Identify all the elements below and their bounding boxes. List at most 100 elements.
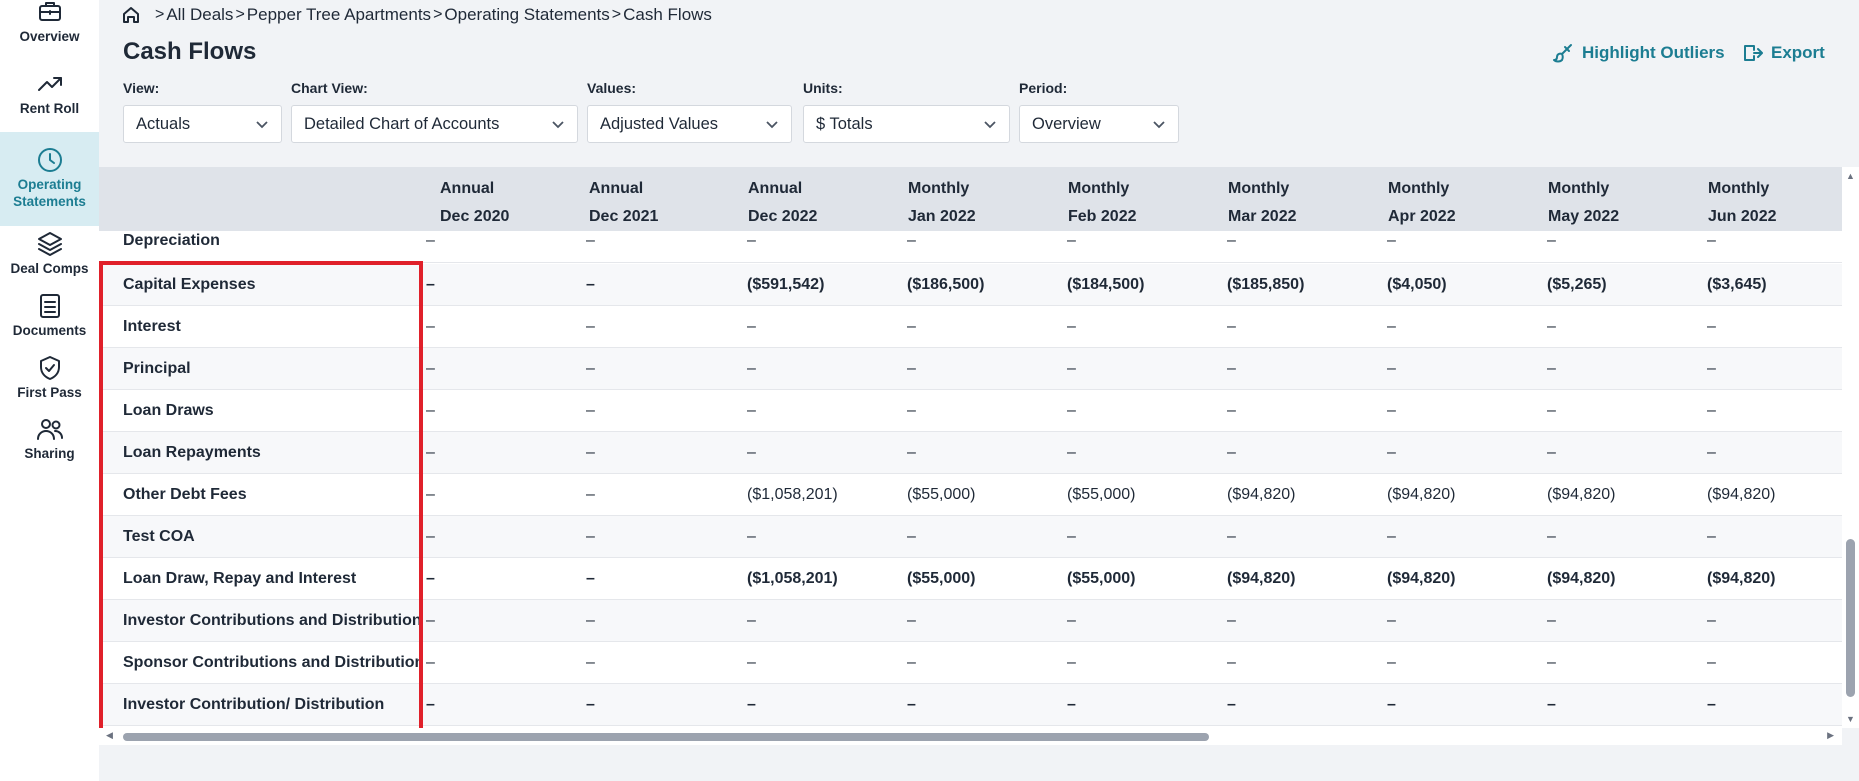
table-cell: – xyxy=(1067,402,1076,419)
breadcrumb-item-operating-statements[interactable]: Operating Statements xyxy=(444,5,609,25)
table-cell: – xyxy=(586,360,595,377)
period-select[interactable]: Overview xyxy=(1019,105,1179,143)
units-filter: Units: $ Totals xyxy=(803,80,1010,143)
table-row[interactable]: Other Debt Fees – – ($1,058,201) ($55,000) ($… xyxy=(99,474,1842,516)
table-cell: – xyxy=(1227,528,1236,545)
horizontal-scrollbar[interactable]: ◀ ▶ xyxy=(99,728,1842,745)
table-cell: – xyxy=(586,528,595,545)
breadcrumb-item-deal[interactable]: Pepper Tree Apartments xyxy=(247,5,431,25)
column-header: Monthly Jan 2022 xyxy=(908,175,976,231)
column-header: Annual Dec 2020 xyxy=(440,175,509,231)
table-cell: – xyxy=(1227,318,1236,335)
table-cell: – xyxy=(1227,360,1236,377)
table-cell: – xyxy=(907,654,916,671)
table-cell: ($591,542) xyxy=(747,276,825,293)
sidebar-item-deal-comps[interactable]: Deal Comps xyxy=(0,230,99,284)
table-row[interactable]: Interest – – – – – – – – – xyxy=(99,306,1842,348)
highlight-outliers-button[interactable]: Highlight Outliers xyxy=(1552,42,1725,64)
units-filter-label: Units: xyxy=(803,80,843,96)
scroll-down-arrow-icon[interactable]: ▼ xyxy=(1846,714,1855,724)
table-row[interactable]: Loan Draws – – – – – – – – – xyxy=(99,390,1842,432)
column-header-type: Monthly xyxy=(1228,180,1290,197)
breadcrumb-separator: > xyxy=(611,6,622,23)
table-cell: – xyxy=(1067,528,1076,545)
table-cell: ($55,000) xyxy=(1067,486,1136,503)
table-cell: – xyxy=(1547,654,1556,671)
table-cell: – xyxy=(907,318,916,335)
table-cell: – xyxy=(1547,402,1556,419)
values-select[interactable]: Adjusted Values xyxy=(587,105,792,143)
table-cell: – xyxy=(907,528,916,545)
table-row[interactable]: Capital Expenses – – ($591,542) ($186,500) ($… xyxy=(99,264,1842,306)
vertical-scrollbar[interactable]: ▲ ▼ xyxy=(1842,167,1859,728)
table-row[interactable]: Investor Contributions and Distributions… xyxy=(99,600,1842,642)
column-header: Monthly Mar 2022 xyxy=(1228,175,1297,231)
units-select[interactable]: $ Totals xyxy=(803,105,1010,143)
table-cell: – xyxy=(747,402,756,419)
sidebar-item-operating-statements[interactable]: Operating Statements xyxy=(0,132,99,226)
view-select[interactable]: Actuals xyxy=(123,105,282,143)
sidebar-item-rent-roll[interactable]: Rent Roll xyxy=(0,70,99,124)
table-cell: – xyxy=(747,318,756,335)
home-icon[interactable] xyxy=(121,5,141,25)
table-cell: – xyxy=(1227,402,1236,419)
table-row[interactable]: Principal – – – – – – – – – xyxy=(99,348,1842,390)
column-header: Monthly Feb 2022 xyxy=(1068,175,1136,231)
table-cell: – xyxy=(426,276,435,293)
table-cell: ($94,820) xyxy=(1707,570,1776,587)
breadcrumb-item-all-deals[interactable]: All Deals xyxy=(166,5,233,25)
table-header: Annual Dec 2020 Annual Dec 2021 Annual Dec 20… xyxy=(99,167,1842,231)
sidebar-item-sharing[interactable]: Sharing xyxy=(0,415,99,469)
page-title: Cash Flows xyxy=(123,38,257,65)
table-cell: – xyxy=(1547,360,1556,377)
column-header-period: Apr 2022 xyxy=(1388,208,1456,225)
table-row[interactable]: Sponsor Contributions and Distributions –… xyxy=(99,642,1842,684)
row-label: Loan Draw, Repay and Interest xyxy=(123,570,357,587)
table-cell: – xyxy=(586,696,595,713)
table-cell: ($3,645) xyxy=(1707,276,1767,293)
table-row[interactable]: Test COA – – – – – – – – – xyxy=(99,516,1842,558)
table-cell: – xyxy=(426,402,435,419)
sidebar-item-overview[interactable]: Overview xyxy=(0,0,99,54)
vertical-scrollbar-thumb[interactable] xyxy=(1846,539,1855,697)
scroll-right-arrow-icon[interactable]: ▶ xyxy=(1827,730,1834,741)
table-row[interactable]: Loan Draw, Repay and Interest – – ($1,058,2… xyxy=(99,558,1842,600)
table-row[interactable]: Depreciation – – – – – – – – – xyxy=(99,231,1842,263)
scroll-up-arrow-icon[interactable]: ▲ xyxy=(1846,171,1855,181)
view-filter-label: View: xyxy=(123,80,160,96)
sidebar-item-documents[interactable]: Documents xyxy=(0,292,99,346)
table-cell: – xyxy=(1387,232,1396,249)
view-select-value: Actuals xyxy=(136,114,191,133)
table-cell: ($94,820) xyxy=(1387,486,1456,503)
sidebar-item-label: First Pass xyxy=(17,385,82,400)
horizontal-scrollbar-thumb[interactable] xyxy=(123,733,1209,741)
table-cell: – xyxy=(1387,318,1396,335)
table-cell: ($94,820) xyxy=(1387,570,1456,587)
table-cell: – xyxy=(1387,654,1396,671)
table-cell: – xyxy=(907,402,916,419)
column-header-period: Jan 2022 xyxy=(908,208,976,225)
export-icon xyxy=(1744,45,1763,61)
table-cell: – xyxy=(426,696,435,713)
chevron-down-icon xyxy=(766,121,778,129)
table-cell: – xyxy=(426,232,435,249)
table-cell: – xyxy=(1067,696,1076,713)
scroll-left-arrow-icon[interactable]: ◀ xyxy=(106,730,113,741)
shield-check-icon xyxy=(39,356,60,380)
chart-view-select[interactable]: Detailed Chart of Accounts xyxy=(291,105,578,143)
sidebar-item-first-pass[interactable]: First Pass xyxy=(0,354,99,408)
table-row[interactable]: Loan Repayments – – – – – – – – – xyxy=(99,432,1842,474)
column-header: Annual Dec 2021 xyxy=(589,175,658,231)
table-cell: ($186,500) xyxy=(907,276,985,293)
table-row[interactable]: Investor Contribution/ Distribution – – – – –… xyxy=(99,684,1842,726)
table-cell: ($185,850) xyxy=(1227,276,1305,293)
table-cell: ($5,265) xyxy=(1547,276,1607,293)
column-header: Monthly May 2022 xyxy=(1548,175,1619,231)
values-filter: Values: Adjusted Values xyxy=(587,80,792,143)
export-button[interactable]: Export xyxy=(1741,42,1825,64)
sidebar-item-label: Operating Statements xyxy=(13,177,86,209)
table-cell: – xyxy=(586,232,595,249)
row-label: Test COA xyxy=(123,528,195,545)
table-cell: – xyxy=(1707,528,1716,545)
table-cell: – xyxy=(1387,528,1396,545)
